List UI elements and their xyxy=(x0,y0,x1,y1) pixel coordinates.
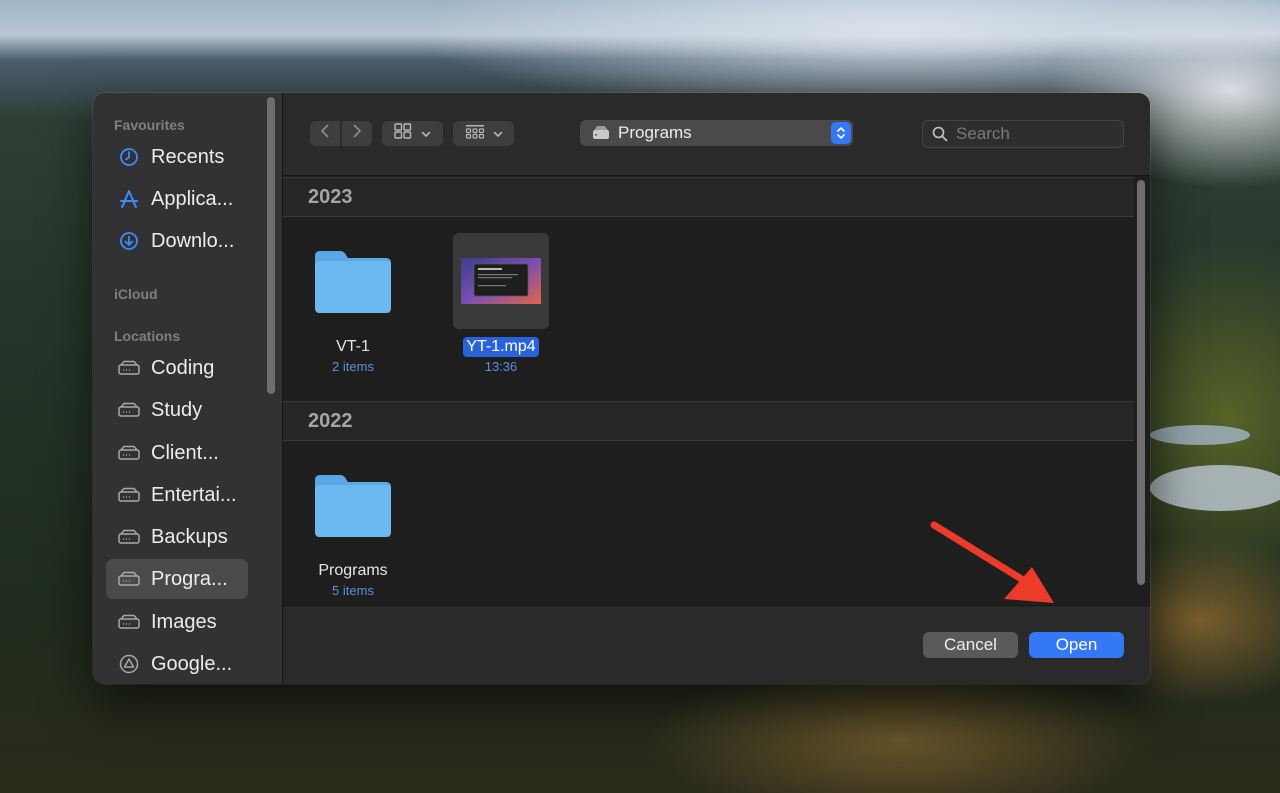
item-subtitle: 13:36 xyxy=(484,359,518,374)
sidebar-item-label: Client... xyxy=(151,441,219,464)
item-subtitle: 5 items xyxy=(332,583,374,598)
sidebar-section-icloud: iCloud xyxy=(114,286,158,302)
content-scrollbar[interactable] xyxy=(1137,180,1145,585)
open-button[interactable]: Open xyxy=(1029,632,1124,658)
search-field[interactable] xyxy=(922,120,1124,148)
sidebar-item-google-drive[interactable]: Google... xyxy=(106,644,248,684)
drive-icon xyxy=(592,124,610,142)
drive-icon xyxy=(117,441,141,465)
item-name: YT-1.mp4 xyxy=(463,337,539,357)
background-lake xyxy=(1150,425,1250,445)
annotation-arrow-icon xyxy=(930,521,1054,603)
chevron-down-icon xyxy=(493,125,503,143)
popup-stepper-icon xyxy=(831,122,851,144)
sidebar-item-label: Study xyxy=(151,398,203,421)
file-item-folder[interactable]: VT-1 2 items xyxy=(298,233,408,374)
sidebar-item-label: Entertai... xyxy=(151,483,237,506)
background-lake xyxy=(1150,465,1280,511)
sidebar-item-label: Google... xyxy=(151,652,233,675)
dialog-footer: Cancel Open xyxy=(283,605,1150,684)
file-item-folder[interactable]: Programs 5 items xyxy=(298,457,408,598)
drive-icon xyxy=(117,483,141,507)
sidebar-section-favourites: Favourites xyxy=(114,117,185,133)
group-header: 2023 xyxy=(283,177,1134,217)
sidebar-item-label: Progra... xyxy=(151,567,228,590)
item-subtitle: 2 items xyxy=(332,359,374,374)
sidebar-scrollbar[interactable] xyxy=(267,97,275,394)
folder-icon xyxy=(305,457,401,553)
sidebar-item-clients[interactable]: Client... xyxy=(106,433,248,473)
clock-icon xyxy=(117,145,141,169)
sidebar-item-label: Coding xyxy=(151,356,215,379)
search-icon xyxy=(932,126,948,142)
drive-icon xyxy=(117,610,141,634)
group-grid-icon xyxy=(465,123,485,144)
sidebar-item-label: Recents xyxy=(151,145,225,168)
item-name: Programs xyxy=(318,562,388,579)
applications-icon xyxy=(117,187,141,211)
location-popup[interactable]: Programs xyxy=(580,120,853,146)
grid-view-icon xyxy=(394,123,412,144)
search-input[interactable] xyxy=(954,123,1108,145)
video-thumbnail xyxy=(453,233,549,329)
view-mode-button[interactable] xyxy=(382,121,443,146)
group-by-button[interactable] xyxy=(453,121,514,146)
folder-icon xyxy=(305,233,401,329)
sidebar-item-label: Downlo... xyxy=(151,229,235,252)
sidebar-item-images[interactable]: Images xyxy=(106,602,248,642)
sidebar-item-coding[interactable]: Coding xyxy=(106,348,248,388)
chevron-down-icon xyxy=(421,125,431,143)
google-drive-icon xyxy=(117,652,141,676)
sidebar-item-label: Backups xyxy=(151,525,228,548)
download-icon xyxy=(117,229,141,253)
sidebar-item-entertainment[interactable]: Entertai... xyxy=(106,475,248,515)
location-label: Programs xyxy=(618,123,692,142)
sidebar-item-label: Images xyxy=(151,610,217,633)
group-header: 2022 xyxy=(283,401,1134,441)
item-name: VT-1 xyxy=(336,338,370,355)
sidebar: Favourites Recents Applica... Downlo... … xyxy=(93,93,283,684)
sidebar-section-locations: Locations xyxy=(114,328,181,344)
sidebar-item-study[interactable]: Study xyxy=(106,390,248,430)
toolbar: Programs xyxy=(283,93,1150,176)
chevron-left-icon xyxy=(320,124,330,143)
file-item-video[interactable]: YT-1.mp4 13:36 xyxy=(446,233,556,374)
drive-icon xyxy=(117,567,141,591)
sidebar-item-recents[interactable]: Recents xyxy=(106,137,248,177)
drive-icon xyxy=(117,398,141,422)
drive-icon xyxy=(117,525,141,549)
drive-icon xyxy=(117,356,141,380)
sidebar-item-applications[interactable]: Applica... xyxy=(106,179,248,219)
sidebar-item-downloads[interactable]: Downlo... xyxy=(106,221,248,261)
sidebar-item-programs[interactable]: Progra... xyxy=(106,559,248,599)
back-button[interactable] xyxy=(310,121,340,146)
forward-button[interactable] xyxy=(342,121,372,146)
chevron-right-icon xyxy=(352,124,362,143)
sidebar-item-label: Applica... xyxy=(151,187,234,210)
cancel-button[interactable]: Cancel xyxy=(923,632,1018,658)
sidebar-item-backups[interactable]: Backups xyxy=(106,517,248,557)
